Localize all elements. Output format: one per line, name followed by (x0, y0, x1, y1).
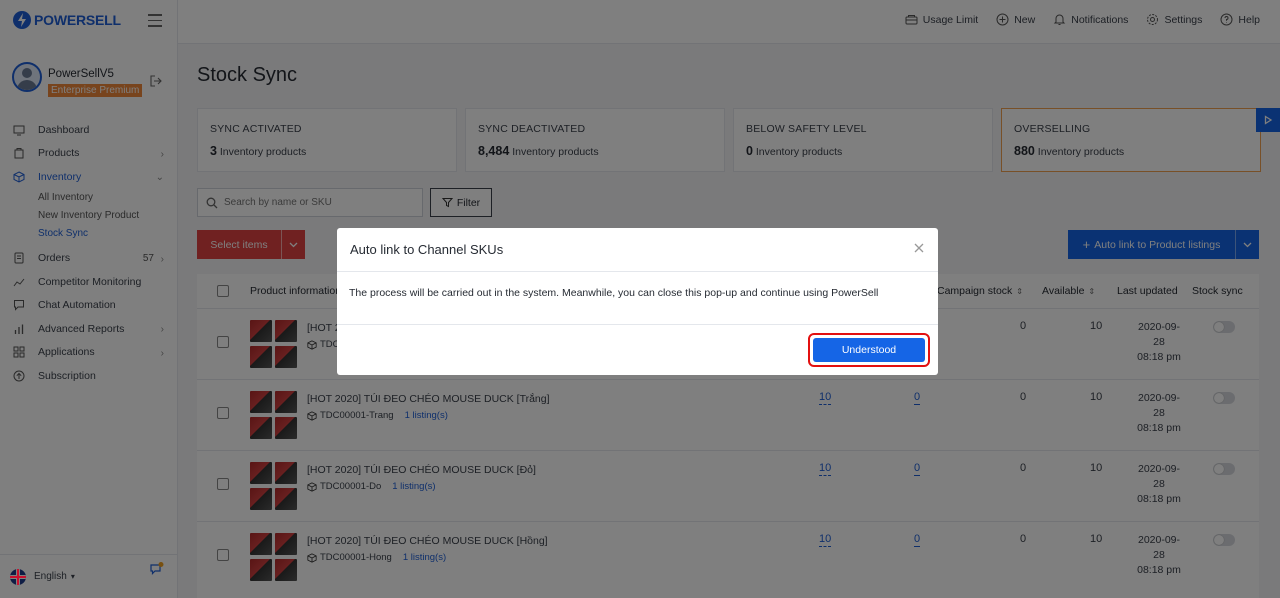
modal-title: Auto link to Channel SKUs (350, 242, 504, 257)
modal-body: The process will be carried out in the s… (337, 272, 938, 325)
understood-button[interactable]: Understood (813, 338, 925, 362)
modal-footer: Understood (337, 325, 938, 375)
auto-link-modal: Auto link to Channel SKUs The process wi… (337, 228, 938, 375)
modal-header: Auto link to Channel SKUs (337, 228, 938, 272)
close-icon[interactable] (912, 241, 926, 255)
modal-message: The process will be carried out in the s… (349, 287, 879, 299)
